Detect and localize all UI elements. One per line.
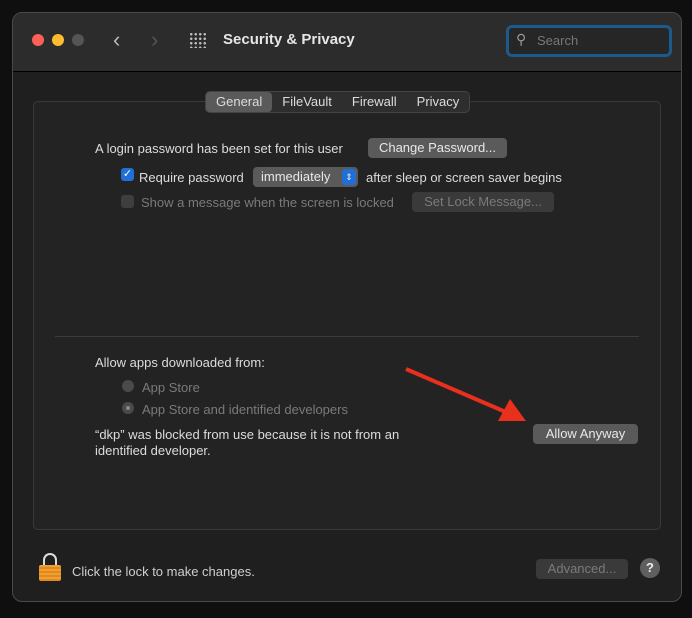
option-app-store: App Store (142, 380, 200, 395)
set-lock-message-button[interactable]: Set Lock Message... (412, 192, 554, 212)
change-password-button[interactable]: Change Password... (368, 138, 507, 158)
tab-filevault[interactable]: FileVault (272, 92, 342, 112)
minimize-button[interactable] (52, 34, 64, 46)
show-message-checkbox[interactable] (121, 195, 134, 208)
login-password-text: A login password has been set for this u… (95, 141, 343, 156)
lock-icon[interactable] (39, 553, 61, 581)
red-arrow-annotation (405, 367, 526, 421)
allow-anyway-button[interactable]: Allow Anyway (533, 424, 638, 444)
require-password-value: immediately (261, 169, 331, 184)
allow-apps-label: Allow apps downloaded from: (95, 355, 265, 370)
search-placeholder: Search (537, 33, 579, 48)
tab-firewall[interactable]: Firewall (342, 92, 407, 112)
radio-identified-developers[interactable] (122, 402, 134, 414)
forward-icon[interactable]: › (151, 27, 158, 53)
window-title: Security & Privacy (223, 31, 355, 48)
advanced-button[interactable]: Advanced... (536, 559, 628, 579)
title-bar: ‹ › Security & Privacy ⚲ Search (13, 13, 681, 72)
back-icon[interactable]: ‹ (113, 27, 120, 53)
general-panel (33, 101, 661, 530)
divider (55, 336, 639, 337)
tab-general[interactable]: General (206, 92, 273, 112)
require-password-checkbox[interactable]: ✓ (121, 168, 134, 181)
chevron-updown-icon: ⇕ (342, 169, 356, 185)
require-password-label: Require password (139, 170, 244, 185)
tab-bar: General FileVault Firewall Privacy (205, 91, 471, 113)
search-input[interactable]: ⚲ Search (506, 25, 672, 57)
blocked-text-line1: “dkp” was blocked from use because it is… (95, 427, 400, 442)
grid-icon[interactable] (189, 32, 207, 48)
zoom-button[interactable] (72, 34, 84, 46)
lock-text: Click the lock to make changes. (72, 564, 255, 579)
radio-app-store[interactable] (122, 380, 134, 392)
tab-privacy[interactable]: Privacy (407, 92, 470, 112)
after-sleep-text: after sleep or screen saver begins (366, 170, 562, 185)
help-button[interactable]: ? (640, 558, 660, 578)
blocked-text-line2: identified developer. (95, 443, 211, 458)
show-message-label: Show a message when the screen is locked (141, 195, 394, 210)
search-icon: ⚲ (516, 31, 527, 47)
close-button[interactable] (32, 34, 44, 46)
security-privacy-window: ‹ › Security & Privacy ⚲ Search General … (12, 12, 682, 602)
require-password-select[interactable]: immediately ⇕ (253, 167, 358, 187)
option-identified-developers: App Store and identified developers (142, 402, 348, 417)
